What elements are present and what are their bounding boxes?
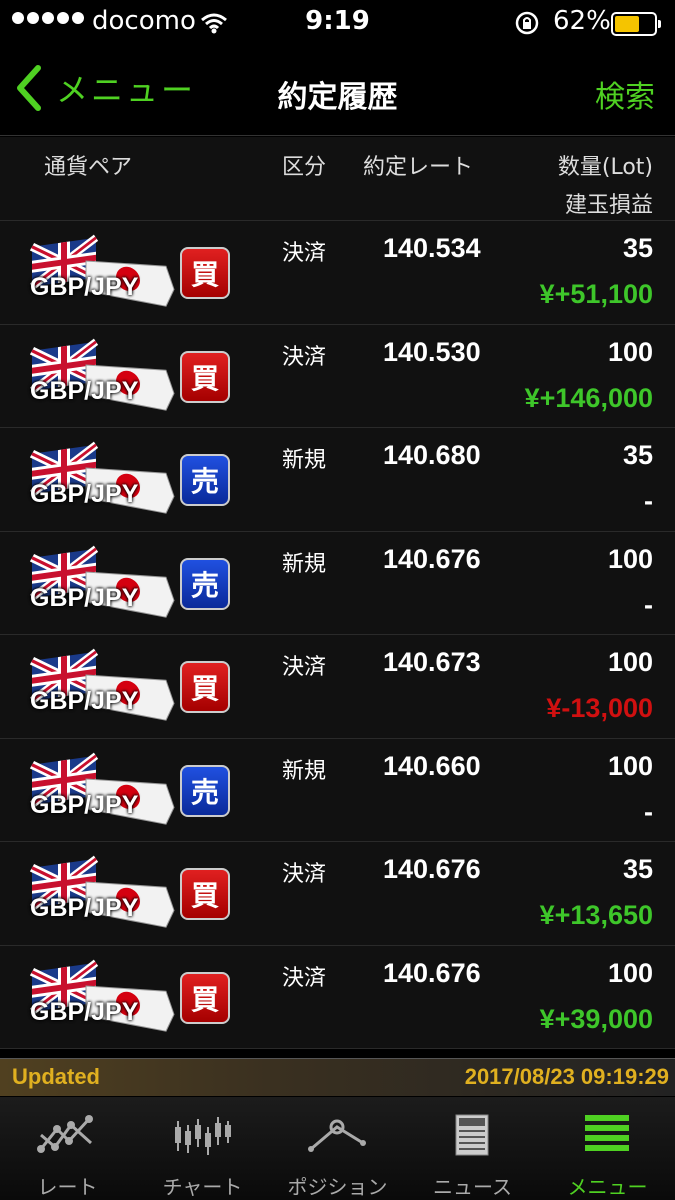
- column-header-qty: 数量(Lot): [557, 155, 653, 180]
- lot-quantity: 100: [607, 336, 653, 367]
- execution-rate: 140.676: [383, 543, 481, 574]
- currency-pair: GBP/JPY: [30, 997, 139, 1026]
- position-pl: ¥+39,000: [539, 1003, 653, 1034]
- position-pl: ¥+13,650: [539, 900, 653, 930]
- trade-type: 新規: [282, 551, 327, 577]
- lot-quantity: 100: [607, 957, 653, 988]
- execution-rate: 140.673: [383, 647, 481, 677]
- currency-pair: GBP/JPY: [30, 687, 139, 715]
- sell-badge: 売: [180, 454, 230, 506]
- tab-label: ニュース: [433, 1175, 512, 1199]
- column-header-type: 区分: [282, 155, 327, 180]
- trade-type: 新規: [282, 758, 327, 784]
- lot-quantity: 100: [607, 647, 653, 677]
- currency-pair: GBP/JPY: [30, 480, 139, 508]
- execution-rate: 140.534: [383, 233, 481, 263]
- position-icon: [308, 1119, 366, 1152]
- nav-bar: メニュー 約定履歴 検索: [0, 46, 675, 136]
- table-row[interactable]: GBP/JPY 売 新規 140.680 35 -: [0, 428, 675, 532]
- currency-pair: GBP/JPY: [30, 894, 139, 922]
- buy-badge: 買: [180, 661, 230, 713]
- execution-rate: 140.530: [383, 336, 481, 367]
- currency-pair: GBP/JPY: [30, 273, 139, 301]
- rate-icon: [37, 1115, 93, 1153]
- trade-type: 決済: [282, 862, 327, 887]
- column-header-pair: 通貨ペア: [44, 155, 133, 180]
- trade-type: 決済: [282, 344, 327, 370]
- trade-type: 決済: [282, 241, 327, 266]
- buy-badge: 買: [180, 350, 230, 403]
- tab-chart[interactable]: チャート: [135, 1097, 270, 1200]
- news-icon: [455, 1114, 489, 1156]
- status-bar: docomo 9:19 62%: [0, 0, 675, 46]
- execution-rate: 140.660: [383, 750, 481, 781]
- battery-icon: [611, 12, 661, 36]
- position-pl: -: [644, 486, 653, 516]
- tab-bar: レート チャート ポジション ニュース メニュー: [0, 1097, 675, 1200]
- tab-news[interactable]: ニュース: [405, 1097, 540, 1200]
- execution-rate: 140.676: [383, 854, 481, 884]
- tab-label: ポジション: [287, 1175, 388, 1199]
- execution-rate: 140.680: [383, 440, 481, 470]
- updated-label: Updated: [12, 1064, 100, 1089]
- search-button[interactable]: 検索: [595, 72, 655, 116]
- trade-type: 決済: [282, 655, 327, 680]
- lot-quantity: 100: [607, 543, 653, 574]
- tab-menu[interactable]: メニュー: [540, 1097, 675, 1200]
- lot-quantity: 100: [607, 750, 653, 781]
- lot-quantity: 35: [622, 854, 653, 884]
- updated-timestamp: 2017/08/23 09:19:29: [464, 1064, 669, 1089]
- column-header-rate: 約定レート: [363, 155, 474, 180]
- rotation-lock-icon: [515, 11, 539, 35]
- position-pl: -: [644, 796, 653, 827]
- table-header: 通貨ペア 区分 約定レート 数量(Lot) 建玉損益: [0, 137, 675, 221]
- currency-pair: GBP/JPY: [30, 790, 139, 819]
- buy-badge: 買: [180, 971, 230, 1024]
- execution-rate: 140.676: [383, 957, 481, 988]
- tab-label: レート: [37, 1175, 98, 1199]
- trade-type: 決済: [282, 965, 327, 991]
- table-row[interactable]: GBP/JPY 買 決済 140.676 100 ¥+39,000: [0, 945, 675, 1049]
- trade-history-list: GBP/JPY 買 決済 140.534 35 ¥+51,100 GBP/JPY…: [0, 221, 675, 1049]
- table-row[interactable]: GBP/JPY 買 決済 140.530 100 ¥+146,000: [0, 324, 675, 428]
- lot-quantity: 35: [622, 233, 653, 263]
- tab-position[interactable]: ポジション: [270, 1097, 405, 1200]
- updated-bar: Updated 2017/08/23 09:19:29: [0, 1058, 675, 1096]
- battery-percent: 62%: [553, 6, 611, 36]
- page-title: 約定履歴: [277, 80, 398, 115]
- table-row[interactable]: GBP/JPY 売 新規 140.660 100 -: [0, 738, 675, 842]
- chart-icon: [175, 1117, 231, 1155]
- currency-pair: GBP/JPY: [30, 583, 139, 612]
- position-pl: -: [644, 589, 653, 620]
- position-pl: ¥+146,000: [524, 382, 653, 413]
- sell-badge: 売: [180, 764, 230, 817]
- currency-pair: GBP/JPY: [30, 376, 139, 405]
- table-row[interactable]: GBP/JPY 買 決済 140.534 35 ¥+51,100: [0, 221, 675, 325]
- position-pl: ¥-13,000: [546, 693, 653, 723]
- table-row[interactable]: GBP/JPY 買 決済 140.673 100 ¥-13,000: [0, 635, 675, 739]
- tab-label: メニュー: [567, 1175, 648, 1199]
- buy-badge: 買: [180, 868, 230, 920]
- column-header-pl: 建玉損益: [564, 193, 653, 218]
- trade-type: 新規: [282, 448, 327, 473]
- lot-quantity: 35: [622, 440, 653, 470]
- tab-rate[interactable]: レート: [0, 1097, 135, 1200]
- position-pl: ¥+51,100: [539, 279, 653, 309]
- table-row[interactable]: GBP/JPY 買 決済 140.676 35 ¥+13,650: [0, 842, 675, 946]
- buy-badge: 買: [180, 247, 230, 299]
- sell-badge: 売: [180, 557, 230, 610]
- table-row[interactable]: GBP/JPY 売 新規 140.676 100 -: [0, 531, 675, 635]
- menu-icon: [585, 1115, 629, 1151]
- tab-label: チャート: [162, 1175, 243, 1199]
